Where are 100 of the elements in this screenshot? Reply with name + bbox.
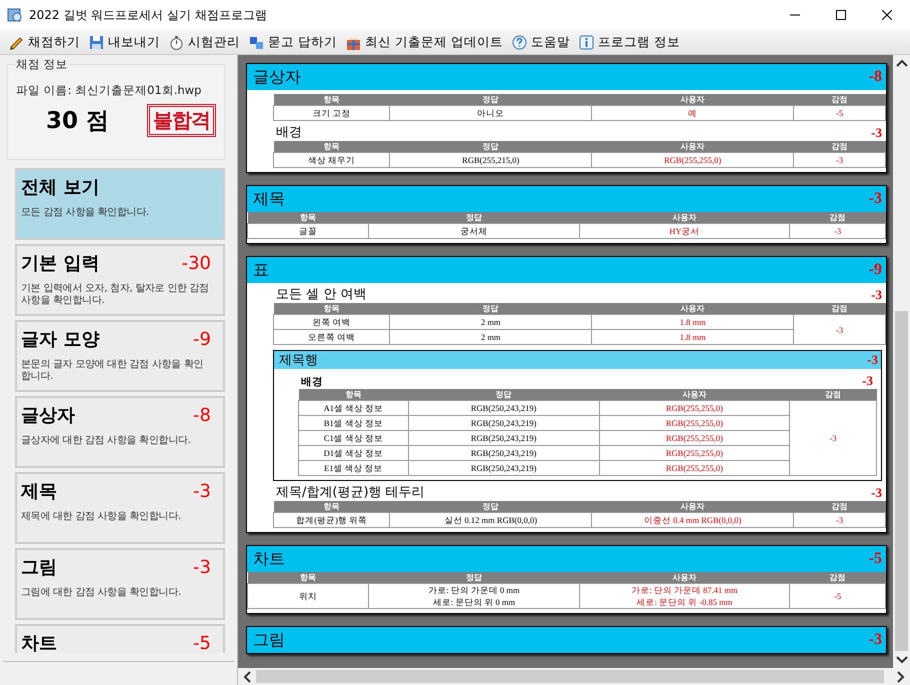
table-cell: 가로: 단의 가운데 0 mm 세로: 문단의 위 0 mm (368, 584, 580, 608)
column-header: 감점 (794, 94, 886, 106)
category-item[interactable]: 글자 모양 -9 본문의 글자 모양에 대한 감점 사항을 확인합니다. (15, 320, 225, 392)
column-header: 정답 (390, 94, 592, 106)
table-cell: 가로: 단의 가운데 87.41 mm 세로: 문단의 위 -0.85 mm (579, 584, 790, 608)
table-cell: RGB(250,243,219) (408, 400, 600, 416)
scroll-thumb[interactable] (895, 311, 908, 651)
column-header: 정답 (390, 501, 592, 512)
table-cell: HY궁서 (579, 224, 790, 238)
maximize-icon[interactable] (836, 10, 846, 20)
column-header: 항목 (274, 94, 390, 106)
column-header: 감점 (794, 303, 886, 314)
category-description: 그림에 대한 감점 사항을 확인합니다. (21, 587, 182, 599)
deduction-text: -3 (862, 373, 873, 389)
table-cell: A1셀 색상 정보 (298, 400, 408, 416)
category-item[interactable]: 그림 -3 그림에 대한 감점 사항을 확인합니다. (15, 548, 225, 620)
deduction-text: -3 (871, 287, 882, 303)
table-cell: 실선 0.12 mm RGB(0,0,0) (390, 512, 592, 528)
save-icon (88, 34, 105, 50)
help-icon (510, 34, 528, 50)
deduction-text: -5 (193, 632, 211, 653)
section-title: 차트 (253, 548, 285, 570)
column-header: 정답 (368, 572, 580, 584)
scroll-down-icon[interactable] (896, 655, 908, 665)
scroll-up-icon[interactable] (896, 58, 908, 68)
category-description: 모든 감점 사항을 확인합니다. (21, 207, 150, 219)
category-item[interactable]: 전체 보기 모든 감점 사항을 확인합니다. (15, 168, 225, 240)
toolbar-button[interactable]: 채점하기 (4, 30, 84, 54)
table-cell: 1.8 mm (592, 314, 794, 330)
table-cell: RGB(250,243,219) (408, 430, 600, 446)
table-cell: 예 (592, 106, 794, 120)
horizontal-scrollbar[interactable] (238, 668, 910, 685)
category-title: 글상자 (21, 404, 75, 427)
window-title: 2022 길벗 워드프로세서 실기 채점프로그램 (29, 6, 267, 24)
deduction-text: -9 (193, 328, 211, 350)
column-header: 항목 (248, 572, 369, 584)
subsection-title: 모든 셀 안 여백 (276, 287, 366, 303)
fail-stamp: 불합격 (147, 104, 216, 137)
column-header: 정답 (368, 212, 580, 224)
table-cell: 합계(평균)행 위쪽 (274, 512, 390, 528)
category-item[interactable]: 기본 입력 -30 기본 입력에서 오자, 첨자, 탈자로 인한 감점 사항을 확인합니다. (15, 244, 225, 316)
table-cell: RGB(250,243,219) (408, 416, 600, 430)
column-header: 항목 (248, 212, 369, 224)
column-header: 감점 (790, 212, 886, 224)
column-header: 항목 (274, 141, 390, 152)
vertical-scrollbar[interactable] (893, 55, 910, 668)
category-title: 전체 보기 (21, 176, 100, 199)
category-item[interactable]: 제목 -3 제목에 대한 감점 사항을 확인합니다. (15, 472, 225, 544)
close-icon[interactable] (882, 10, 892, 20)
table-cell: -3 (790, 400, 876, 476)
column-header: 사용자 (599, 389, 790, 400)
category-title: 기본 입력 (21, 252, 100, 275)
toolbar-button[interactable]: 내보내기 (84, 30, 164, 54)
section-title: 표 (253, 260, 269, 280)
toolbar-button[interactable]: 프로그램 정보 (574, 30, 684, 54)
table-cell: 2 mm (390, 314, 592, 330)
table-cell: RGB(255,255,0) (592, 152, 794, 168)
category-item[interactable]: 차트 -5 (15, 624, 225, 653)
column-header: 감점 (790, 389, 876, 400)
toolbar-button[interactable]: 최신 기출문제 업데이트 (340, 30, 507, 54)
section-title: 제목 (253, 188, 285, 210)
deduction-text: -3 (871, 125, 882, 141)
column-header: 항목 (298, 389, 408, 400)
table-cell: -3 (790, 224, 886, 238)
category-description: 기본 입력에서 오자, 첨자, 탈자로 인한 감점 사항을 확인합니다. (21, 283, 210, 307)
table-cell: -3 (794, 314, 886, 344)
info-icon (578, 34, 595, 50)
table-cell: -5 (790, 584, 886, 608)
table-cell: 글꼴 (248, 224, 369, 238)
deduction-text: -5 (868, 550, 882, 568)
scroll-thumb[interactable] (256, 670, 884, 683)
table-cell: RGB(255,255,0) (599, 400, 790, 416)
scroll-right-icon[interactable] (896, 670, 906, 682)
column-header: 사용자 (592, 303, 794, 314)
toolbar-button[interactable]: 묻고 답하기 (244, 30, 341, 54)
column-header: 감점 (794, 141, 886, 152)
table-cell: 오른쪽 여백 (274, 330, 390, 344)
table-cell: RGB(250,243,219) (408, 446, 600, 460)
column-header: 사용자 (579, 212, 790, 224)
table-cell: RGB(250,243,219) (408, 460, 600, 476)
subsection-title: 배경 (301, 375, 323, 389)
toolbar-button[interactable]: 시험관리 (164, 30, 244, 54)
deduction-text: -8 (868, 68, 882, 86)
subsection-title: 배경 (276, 125, 302, 141)
deduction-text: -30 (182, 252, 211, 274)
category-item[interactable]: 글상자 -8 글상자에 대한 감점 사항을 확인합니다. (15, 396, 225, 468)
column-header: 정답 (390, 141, 592, 152)
deduction-text: -3 (871, 485, 882, 501)
section-title: 글상자 (253, 66, 301, 88)
deduction-text: -3 (868, 190, 882, 208)
table-cell: -3 (794, 152, 886, 168)
group-title: 채점 정보 (14, 57, 70, 72)
table-cell: C1셀 색상 정보 (298, 430, 408, 446)
scroll-left-icon[interactable] (242, 670, 252, 682)
category-title: 차트 (21, 632, 57, 653)
section-title: 그림 (253, 630, 285, 650)
table-cell: 위치 (248, 584, 369, 608)
toolbar-button[interactable]: 도움말 (506, 30, 574, 54)
column-header: 정답 (390, 303, 592, 314)
table-cell: 아니오 (390, 106, 592, 120)
